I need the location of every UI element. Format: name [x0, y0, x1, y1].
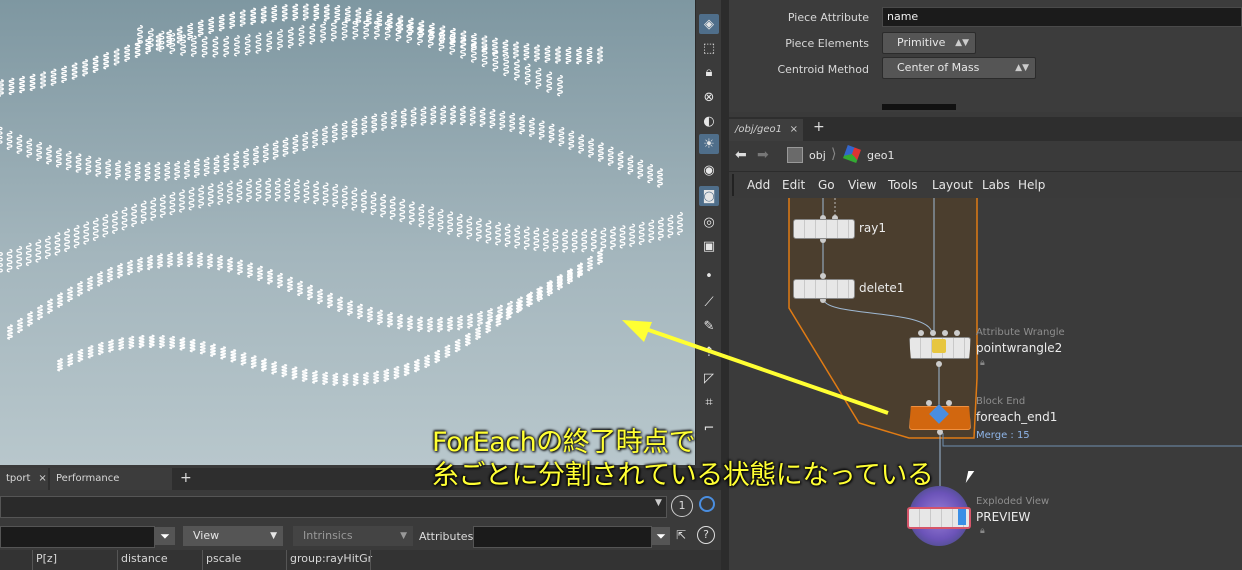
annotation-arrow-line — [639, 325, 889, 415]
annotation-line-2: 糸ごとに分割されている状態になっている — [432, 460, 934, 491]
annotation-text: ForEachの終了時点で 糸ごとに分割されている状態になっている — [432, 426, 934, 492]
annotation-arrow-head — [622, 320, 652, 342]
annotation-line-1: ForEachの終了時点で — [432, 427, 696, 458]
